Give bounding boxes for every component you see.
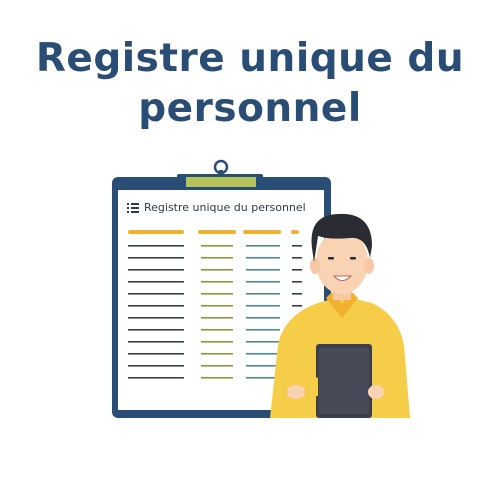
table-row-line (128, 305, 184, 307)
table-row-line (246, 317, 280, 319)
table-row-line (246, 269, 280, 271)
title-line-2: personnel (138, 86, 362, 131)
clip-neck (219, 170, 223, 176)
table-row-line (201, 269, 233, 271)
page-title: Registre unique du personnel (0, 34, 500, 134)
title-line-1: Registre unique du (35, 36, 465, 81)
table-row-line (128, 365, 184, 367)
table-row-line (246, 365, 280, 367)
list-icon (127, 202, 139, 213)
illustration: Registre unique du personnel (0, 150, 500, 450)
table-row-line (128, 245, 184, 247)
column-headers (128, 230, 299, 234)
document-heading: Registre unique du personnel (127, 201, 306, 214)
table-row-line (201, 281, 233, 283)
table-row-line (128, 257, 184, 259)
table-row-line (246, 257, 280, 259)
table-row-line (201, 353, 233, 355)
table-row-line (292, 281, 302, 283)
table-row-line (128, 353, 184, 355)
table-row-line (128, 269, 184, 271)
table-row-line (128, 281, 184, 283)
table-row-line (201, 305, 233, 307)
clip-plate (186, 177, 256, 187)
table-row-line (292, 305, 302, 307)
table-row-line (201, 377, 233, 379)
table-row-line (201, 293, 233, 295)
table-row-line (201, 341, 233, 343)
table-row-line (128, 377, 184, 379)
table-row-line (201, 257, 233, 259)
table-row-line (292, 257, 302, 259)
table-row-line (246, 341, 280, 343)
clipboard-illustration (112, 159, 410, 418)
table-row-line (246, 293, 280, 295)
table-row-line (201, 365, 233, 367)
table-row-line (128, 293, 184, 295)
table-row-line (246, 353, 280, 355)
table-row-line (201, 329, 233, 331)
table-row-line (128, 317, 184, 319)
table-row-line (246, 245, 280, 247)
table-row-line (246, 329, 280, 331)
table-row-line (246, 305, 280, 307)
table-row-line (201, 245, 233, 247)
document-heading-text: Registre unique du personnel (144, 201, 306, 214)
table-row-line (201, 317, 233, 319)
table-row-line (128, 329, 184, 331)
table-row-line (292, 269, 302, 271)
table-row-line (292, 245, 302, 247)
table-row-line (246, 281, 280, 283)
table-row-line (292, 293, 302, 295)
table-row-line (128, 341, 184, 343)
